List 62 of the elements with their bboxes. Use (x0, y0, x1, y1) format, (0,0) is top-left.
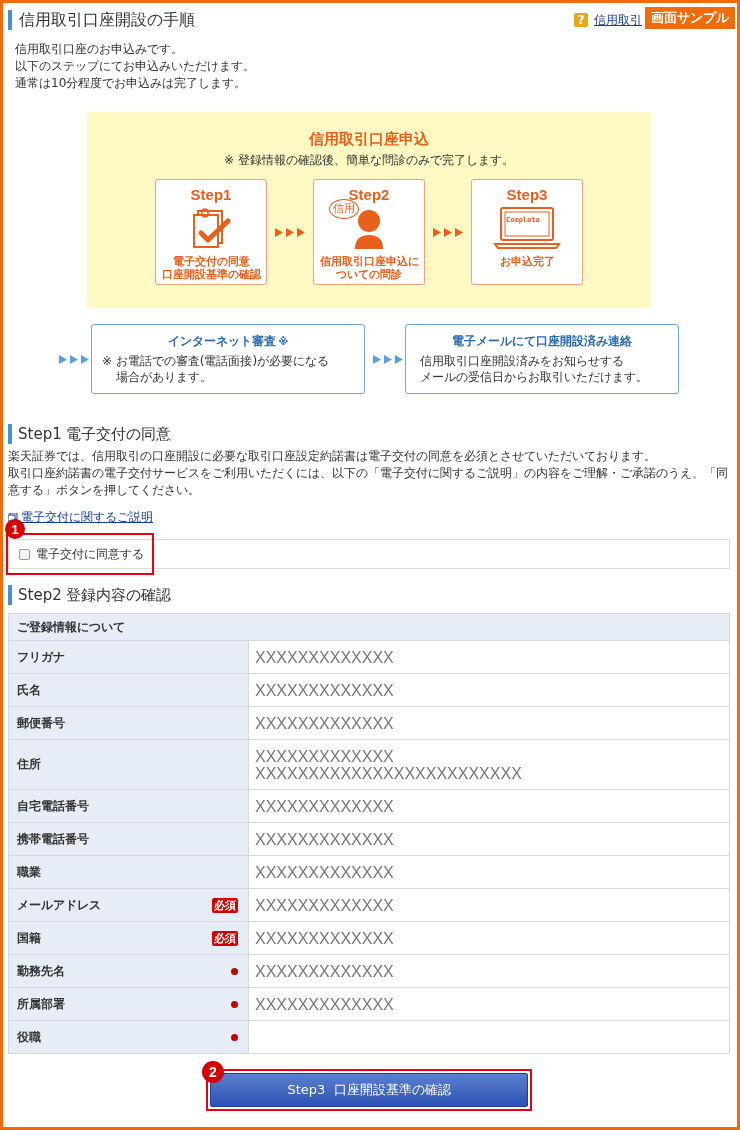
field-label: 職業 (17, 863, 41, 881)
field-value: XXXXXXXXXXXXX (255, 830, 394, 848)
flow-title: 信用取引口座申込 (309, 130, 429, 149)
field-value: XXXXXXXXXXXXX (255, 929, 394, 947)
info-text: ※ お電話での審査(電話面接)が必要になる 場合があります。 (101, 353, 331, 385)
step-caption: お申込完了 (499, 255, 555, 268)
field-value: XXXXXXXXXXXXX (255, 896, 394, 914)
person-icon (355, 207, 383, 249)
checkbox[interactable] (19, 548, 30, 560)
field-label: 役職 (17, 1028, 41, 1046)
page-title: 信用取引口座開設の手順 (8, 10, 195, 30)
field-label: 国籍 (17, 929, 41, 947)
field-value: XXXXXXXXXXXXX (255, 995, 394, 1013)
field-label: 郵便番号 (17, 714, 65, 732)
section-heading: Step1 電子交付の同意 (8, 424, 172, 444)
dot-icon (231, 967, 238, 975)
table-header: ご登録情報について (8, 613, 730, 641)
speech-bubble: 信用 (329, 199, 359, 219)
checkbox-label[interactable]: 電子交付に同意する (36, 545, 144, 563)
info-title: 電子メールにて口座開設済み連絡 (450, 333, 633, 350)
description-text: 取引口座約諾書の電子交付サービスをご利用いただくには、以下の「電子交付に関するご説明」の内容をご理解・ご承諾のうえ、「同意する」ボタンを押してください。 (8, 465, 729, 499)
arrow-icon (59, 354, 89, 364)
intro-text: 以下のステップにてお申込みいただけます。 (15, 58, 255, 75)
field-value: XXXXXXXXXXXXX (255, 797, 394, 815)
field-value: XXXXXXXXXXXXX (255, 714, 394, 732)
info-text: 信用取引口座開設済みをお知らせする メールの受信日からお取引いただけます。 (419, 353, 649, 385)
document-check-icon (190, 207, 232, 249)
field-value: XXXXXXXXXXXXXXXXXXXXXXXXX (255, 764, 522, 782)
required-badge: 必須 (212, 930, 238, 946)
description-text: 楽天証券では、信用取引の口座開設に必要な取引口座設定約諾書は電子交付の同意を必須とさせていただいております。 (8, 448, 657, 465)
section-heading: Step2 登録内容の確認 (8, 585, 172, 605)
field-label: 所属部署 (17, 995, 65, 1013)
field-label: フリガナ (17, 648, 65, 666)
flow-note: ※ 登録情報の確認後、簡単な問診のみで完了します。 (224, 152, 514, 169)
field-label: 携帯電話番号 (17, 830, 89, 848)
field-value: XXXXXXXXXXXXX (255, 681, 394, 699)
arrow-icon (275, 227, 305, 237)
step-label: Step3 (506, 186, 548, 203)
field-value: XXXXXXXXXXXXX (255, 747, 394, 765)
laptop-icon (493, 206, 561, 250)
field-label: 住所 (17, 756, 41, 773)
help-link[interactable]: 信用取引 (594, 11, 642, 29)
step-caption: 電子交付の同意 口座開設基準の確認 (161, 255, 261, 281)
intro-text: 信用取引口座のお申込みです。 (15, 41, 183, 58)
dot-icon (231, 1033, 238, 1041)
arrow-icon (373, 354, 403, 364)
field-label: 自宅電話番号 (17, 797, 89, 815)
field-value: XXXXXXXXXXXXX (255, 962, 394, 980)
sample-label: 画面サンプル (645, 7, 735, 29)
step-label: Step1 (190, 186, 232, 203)
field-value: XXXXXXXXXXXXX (255, 863, 394, 881)
required-badge: 必須 (212, 897, 238, 913)
intro-text: 通常は10分程度でお申込みは完了します。 (15, 75, 247, 92)
field-value: XXXXXXXXXXXXX (255, 648, 394, 666)
field-label: 氏名 (17, 681, 41, 699)
dot-icon (231, 1000, 238, 1008)
step-caption: 信用取引口座申込に ついての問診 (319, 255, 419, 281)
field-label: 勤務先名 (17, 962, 65, 980)
info-title: インターネット審査 ※ (166, 333, 290, 350)
arrow-icon (433, 227, 463, 237)
step-number-badge: 2 (202, 1061, 224, 1083)
field-label: メールアドレス (17, 896, 101, 914)
